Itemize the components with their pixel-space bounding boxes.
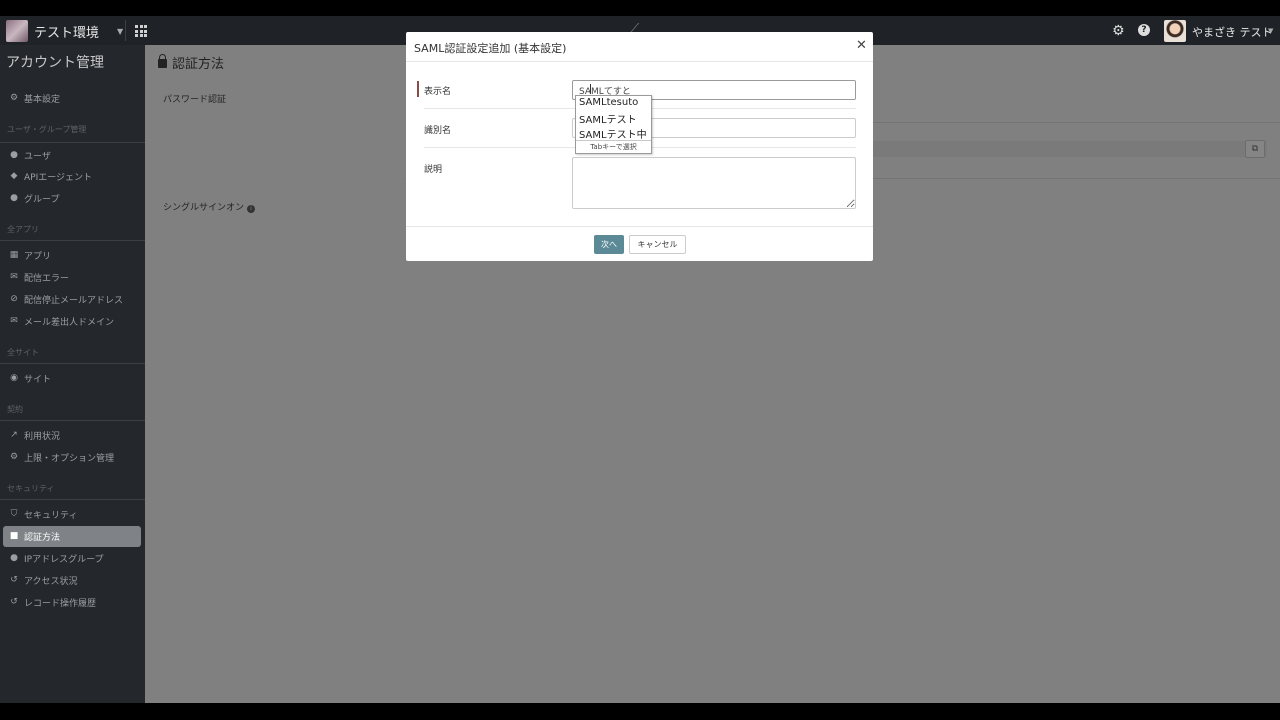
sso-label: シングルサインオン i bbox=[163, 200, 256, 213]
page-title: 認証方法 bbox=[158, 53, 224, 72]
section-security: セキュリティ bbox=[7, 484, 55, 493]
sidebar-item-delivery-error[interactable]: ✉ 配信エラー bbox=[8, 268, 69, 286]
envelope-icon: ✉ bbox=[10, 272, 18, 282]
sidebar-item-plan-options[interactable]: ⚙ 上限・オプション管理 bbox=[8, 448, 114, 466]
users-icon: ● bbox=[10, 193, 18, 203]
user-name[interactable]: やまざき テスト bbox=[1192, 24, 1273, 40]
sidebar-divider bbox=[0, 420, 145, 421]
sidebar-item-label: 基本設定 bbox=[24, 94, 61, 105]
identifier-label: 識別名 bbox=[424, 126, 452, 136]
environment-switcher[interactable]: テスト環境 ▼ bbox=[6, 20, 123, 42]
history-icon: ↺ bbox=[10, 597, 18, 607]
section-users-groups: ユーザ・グループ管理 bbox=[7, 125, 87, 134]
sidebar-divider bbox=[0, 142, 145, 143]
sidebar-divider bbox=[0, 240, 145, 241]
section-all-sites: 全サイト bbox=[7, 348, 39, 357]
nav-divider bbox=[125, 20, 126, 41]
sidebar-item-blocked-mail[interactable]: ⊘ 配信停止メールアドレス bbox=[8, 290, 123, 308]
user-icon: ● bbox=[10, 150, 18, 160]
sidebar-item-label: レコード操作履歴 bbox=[24, 598, 97, 609]
admin-gears-icon[interactable]: ⚙ bbox=[1112, 23, 1125, 39]
ime-candidate[interactable]: SAMLテスト中 bbox=[579, 126, 647, 141]
sidebar-item-access[interactable]: ↺ アクセス状況 bbox=[8, 571, 78, 589]
environment-name: テスト環境 bbox=[34, 25, 100, 41]
letterbox-top bbox=[0, 0, 1280, 16]
description-textarea[interactable] bbox=[572, 157, 856, 209]
lock-icon: ■ bbox=[9, 531, 19, 541]
section-contract: 契約 bbox=[7, 405, 23, 414]
sidebar-item-record-history[interactable]: ↺ レコード操作履歴 bbox=[8, 593, 96, 611]
sidebar-item-label: メール差出人ドメイン bbox=[24, 317, 115, 328]
sidebar-item-label: アプリ bbox=[24, 251, 52, 262]
sidebar-title: アカウント管理 bbox=[6, 55, 104, 71]
sidebar-item-label: 利用状況 bbox=[24, 431, 61, 442]
sidebar-item-site[interactable]: ◉ サイト bbox=[8, 369, 51, 387]
sidebar-item-app[interactable]: ▦ アプリ bbox=[8, 246, 51, 264]
letterbox-bottom bbox=[0, 703, 1280, 720]
modal-title: SAML認証設定追加 (基本設定) bbox=[414, 42, 567, 55]
ban-icon: ⊘ bbox=[10, 294, 18, 304]
ime-hint: Tabキーで選択 bbox=[576, 140, 651, 153]
user-menu-caret-icon[interactable]: ▼ bbox=[1268, 27, 1273, 35]
ime-candidate[interactable]: SAMLテスト bbox=[579, 111, 637, 126]
ime-candidate[interactable]: SAMLtesuto bbox=[579, 97, 638, 108]
sso-label-text: シングルサインオン bbox=[163, 203, 245, 213]
close-icon[interactable]: ✕ bbox=[856, 38, 867, 53]
shield-icon: ⛉ bbox=[10, 509, 18, 519]
caret-down-icon: ▼ bbox=[117, 26, 124, 36]
sidebar-item-user[interactable]: ● ユーザ bbox=[8, 146, 51, 164]
history-icon: ↺ bbox=[10, 575, 18, 585]
sidebar-item-security[interactable]: ⛉ セキュリティ bbox=[8, 505, 78, 523]
lock-icon bbox=[158, 54, 167, 68]
sidebar-item-usage[interactable]: ↗ 利用状況 bbox=[8, 426, 60, 444]
sidebar-item-label: 認証方法 bbox=[24, 532, 61, 543]
next-button[interactable]: 次へ bbox=[594, 235, 624, 254]
text-cursor bbox=[590, 84, 591, 94]
sidebar-item-api-agent[interactable]: ◆ APIエージェント bbox=[8, 167, 93, 185]
line-chart-icon: ↗ bbox=[10, 430, 18, 440]
description-label: 説明 bbox=[424, 165, 443, 175]
sidebar-item-label: サイト bbox=[24, 374, 52, 385]
display-name-label: 表示名 bbox=[424, 87, 452, 97]
sidebar: アカウント管理 ⚙ 基本設定 ユーザ・グループ管理 ● ユーザ ◆ APIエージ… bbox=[0, 45, 145, 703]
sidebar-item-label: グループ bbox=[24, 194, 60, 205]
globe-icon: ◉ bbox=[10, 373, 18, 383]
sidebar-item-ip-group[interactable]: ● IPアドレスグループ bbox=[8, 549, 104, 567]
password-auth-label: パスワード認証 bbox=[163, 95, 227, 105]
sidebar-item-label: ユーザ bbox=[24, 151, 51, 162]
app-grid-icon[interactable] bbox=[135, 25, 147, 37]
modal-header: SAML認証設定追加 (基本設定) ✕ bbox=[406, 32, 873, 62]
sidebar-item-label: APIエージェント bbox=[24, 172, 93, 183]
sidebar-divider bbox=[0, 499, 145, 500]
android-icon: ◆ bbox=[10, 171, 18, 181]
gear-icon: ⚙ bbox=[9, 93, 19, 103]
cancel-button[interactable]: キャンセル bbox=[629, 235, 686, 254]
sidebar-item-auth-method[interactable]: ■ 認証方法 bbox=[8, 527, 60, 545]
sidebar-divider bbox=[0, 363, 145, 364]
envelope-icon: ✉ bbox=[10, 316, 18, 326]
readonly-field bbox=[872, 141, 1267, 157]
sidebar-item-label: 配信エラー bbox=[24, 273, 70, 284]
required-indicator bbox=[417, 81, 419, 97]
sidebar-item-label: 配信停止メールアドレス bbox=[24, 295, 124, 306]
help-icon[interactable]: ? bbox=[1138, 24, 1150, 36]
sidebar-item-label: 上限・オプション管理 bbox=[24, 453, 115, 464]
info-icon[interactable]: i bbox=[247, 205, 256, 213]
section-all-apps: 全アプリ bbox=[7, 225, 39, 234]
sidebar-item-basic[interactable]: ⚙ 基本設定 bbox=[8, 89, 60, 107]
environment-logo bbox=[6, 20, 28, 42]
copy-button[interactable]: ⧉ bbox=[1245, 140, 1265, 158]
sidebar-item-label: セキュリティ bbox=[24, 510, 78, 521]
modal-footer-divider bbox=[406, 226, 873, 227]
ime-candidate-popup: SAMLtesuto SAMLテスト SAMLテスト中 Tabキーで選択 bbox=[575, 95, 652, 154]
sidebar-item-label: IPアドレスグループ bbox=[24, 554, 104, 565]
sidebar-item-group[interactable]: ● グループ bbox=[8, 189, 59, 207]
map-marker-icon: ● bbox=[10, 553, 18, 563]
gears-icon: ⚙ bbox=[9, 452, 19, 462]
sidebar-item-mail-domain[interactable]: ✉ メール差出人ドメイン bbox=[8, 312, 114, 330]
avatar[interactable] bbox=[1164, 20, 1186, 42]
grid-icon: ▦ bbox=[9, 250, 19, 260]
sidebar-item-label: アクセス状況 bbox=[24, 576, 78, 587]
page-title-text: 認証方法 bbox=[172, 57, 225, 72]
